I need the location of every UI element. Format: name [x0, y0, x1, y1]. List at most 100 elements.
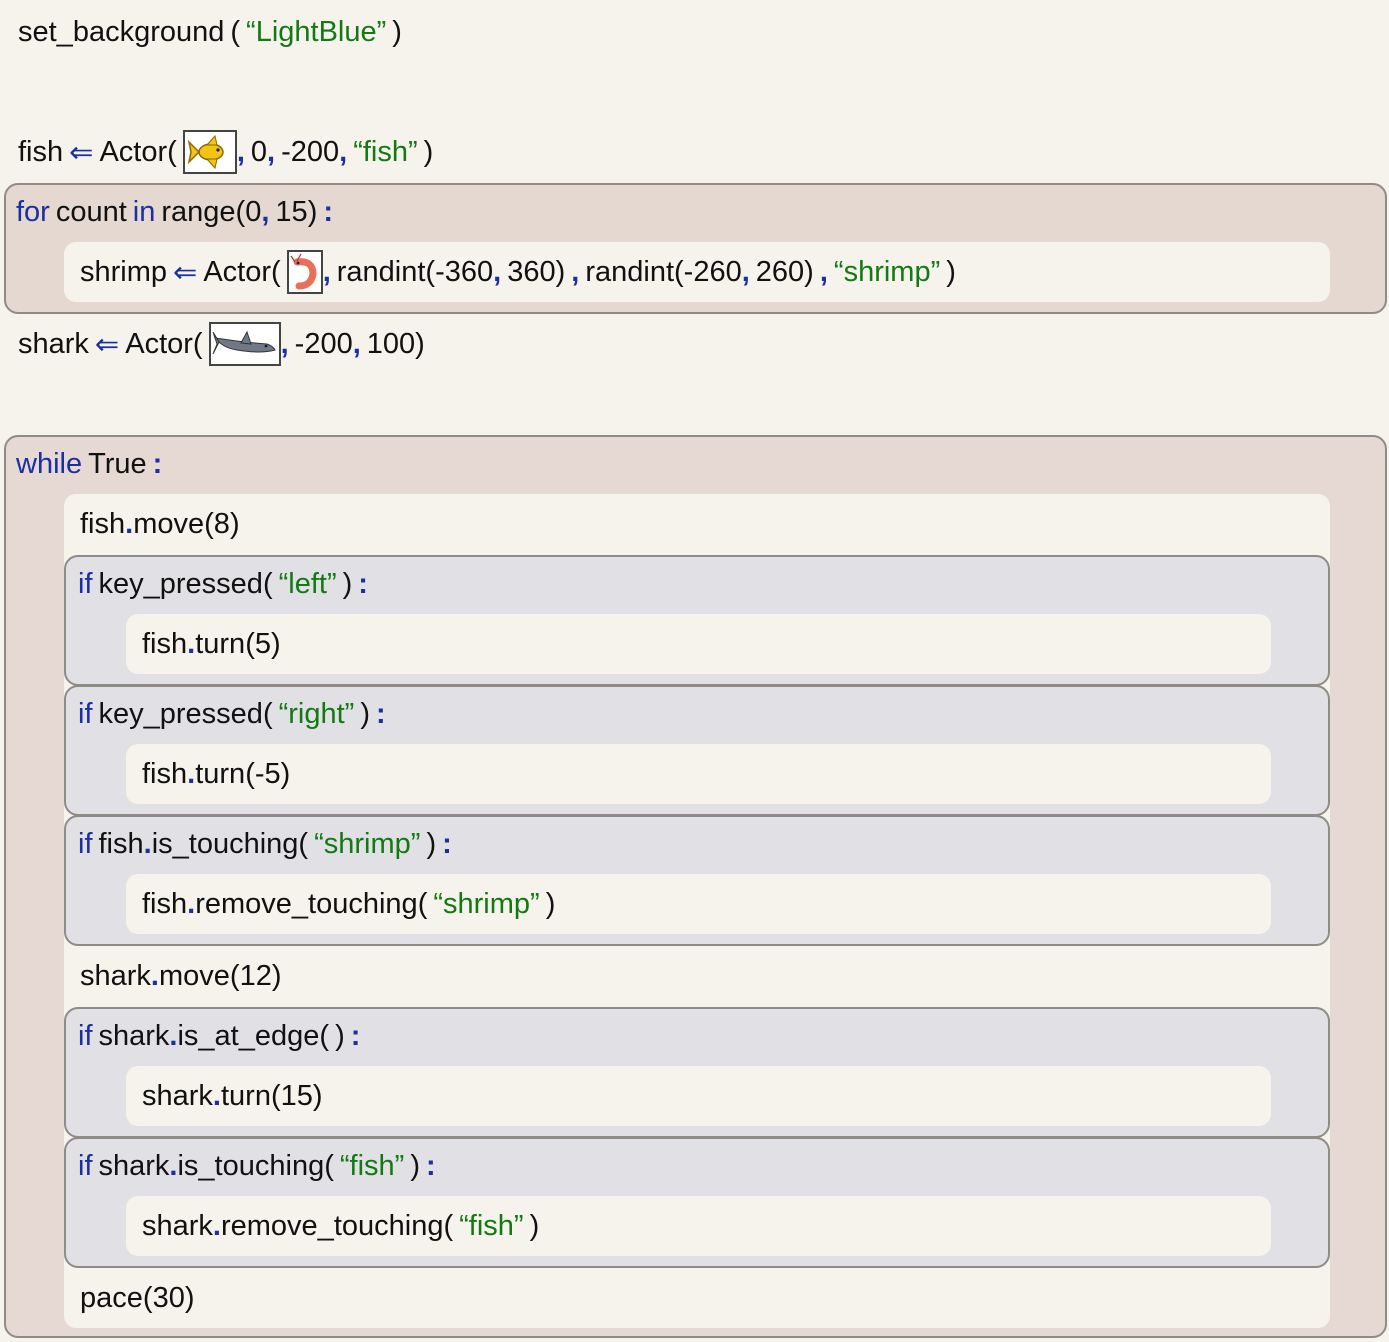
colon: : [323, 195, 334, 228]
close-paren: ) [804, 255, 814, 288]
open-paren: ( [245, 627, 255, 660]
object-name: fish [142, 887, 188, 920]
x-arg: -200 [294, 327, 353, 360]
close-paren: ) [426, 827, 437, 860]
rand1-max: 360 [507, 255, 556, 288]
close-paren: ) [335, 1019, 345, 1052]
close-paren: ) [342, 567, 353, 600]
open-paren: ( [245, 757, 255, 790]
constructor-name: Actor [99, 135, 168, 168]
comma: , [571, 255, 580, 288]
comma: , [267, 135, 276, 168]
string-literal: “fish” [339, 1149, 405, 1182]
function-name: key_pressed [98, 567, 263, 600]
shrimp-icon[interactable] [286, 250, 323, 294]
function-name: randint [585, 255, 674, 288]
fish-assignment-statement[interactable]: fish ⇐ Actor(, 0, -200, “fish”) [18, 130, 433, 174]
shrimp-assignment-statement[interactable]: shrimp ⇐ Actor(, randint(-360, 360), randint(… [80, 250, 956, 294]
open-paren: ( [142, 1281, 153, 1314]
shark-turn-statement[interactable]: shark. turn(15) [142, 1074, 323, 1118]
colon: : [350, 1019, 361, 1052]
dot: . [143, 827, 152, 860]
comma: , [339, 135, 348, 168]
shark-assignment-statement[interactable]: shark ⇐ Actor(, -200, 100) [18, 322, 425, 366]
method-name: move [133, 507, 205, 540]
open-paren: ( [271, 255, 281, 288]
shark-icon[interactable] [208, 322, 281, 366]
if-right-header[interactable]: if key_pressed(“right”): [78, 692, 386, 736]
if-left-header[interactable]: if key_pressed(“left”): [78, 562, 368, 606]
colon: : [426, 1149, 436, 1182]
if-keyword: if [78, 697, 93, 730]
while-keyword: while [16, 447, 83, 480]
variable-name: fish [18, 135, 64, 168]
arg: 12 [239, 959, 272, 992]
dot: . [212, 1079, 221, 1112]
method-name: turn [220, 1079, 271, 1112]
shark-move-statement[interactable]: shark. move(12) [80, 954, 282, 998]
open-paren: ( [417, 887, 428, 920]
comma: , [741, 255, 750, 288]
fish-turn-right-statement[interactable]: fish. turn(-5) [142, 752, 290, 796]
if-fish-touching-header[interactable]: if fish. is_touching(“shrimp”): [78, 822, 452, 866]
object-name: fish [142, 627, 188, 660]
function-name: range [161, 195, 236, 228]
string-literal: “shrimp” [833, 255, 941, 288]
open-paren: ( [674, 255, 684, 288]
dot: . [169, 1019, 178, 1052]
open-paren: ( [204, 507, 214, 540]
method-name: is_touching [151, 827, 299, 860]
open-paren: ( [229, 959, 240, 992]
if-keyword: if [78, 567, 93, 600]
string-literal: “LightBlue” [246, 15, 387, 48]
open-paren: ( [235, 195, 246, 228]
string-literal: “fish” [353, 135, 418, 168]
open-paren: ( [270, 1079, 281, 1112]
colon: : [358, 567, 368, 600]
while-loop-header[interactable]: while True: [16, 442, 162, 486]
arg: 15 [280, 1079, 313, 1112]
if-shark-edge-header[interactable]: if shark. is_at_edge(): [78, 1014, 360, 1058]
open-paren: ( [425, 255, 436, 288]
object-name: shark [98, 1019, 170, 1052]
comma: , [352, 327, 361, 360]
object-name: fish [80, 507, 126, 540]
condition: True [88, 447, 147, 480]
assign-arrow: ⇐ [69, 136, 94, 169]
open-paren: ( [230, 15, 241, 48]
close-paren: ) [392, 15, 402, 48]
variable-name: shrimp [80, 255, 168, 288]
string-literal: “left” [278, 567, 337, 600]
set-background-statement[interactable]: set_background(“LightBlue”) [18, 10, 402, 54]
y-arg: -200 [281, 135, 340, 168]
range-start: 0 [245, 195, 262, 228]
range-end: 15 [275, 195, 308, 228]
open-paren: ( [262, 697, 273, 730]
open-paren: ( [298, 827, 309, 860]
constructor-name: Actor [203, 255, 272, 288]
object-name: shark [80, 959, 151, 992]
for-loop-header[interactable]: for count in range(0, 15): [16, 190, 333, 234]
dot: . [169, 1149, 178, 1182]
function-name: pace [80, 1281, 143, 1314]
arg: -5 [254, 757, 281, 790]
close-paren: ) [184, 1281, 195, 1314]
fish-remove-touching-statement[interactable]: fish. remove_touching(“shrimp”) [142, 882, 555, 926]
pace-statement[interactable]: pace(30) [80, 1276, 195, 1320]
close-paren: ) [229, 507, 240, 540]
constructor-name: Actor [125, 327, 193, 360]
goldfish-icon[interactable] [182, 130, 237, 174]
for-keyword: for [16, 195, 50, 228]
shark-remove-touching-statement[interactable]: shark. remove_touching(“fish”) [142, 1204, 539, 1248]
fish-move-statement[interactable]: fish. move(8) [80, 502, 240, 546]
assign-arrow: ⇐ [173, 256, 198, 289]
fish-turn-left-statement[interactable]: fish. turn(5) [142, 622, 281, 666]
loop-variable: count [55, 195, 127, 228]
comma: , [819, 255, 828, 288]
close-paren: ) [410, 1149, 420, 1182]
close-paren: ) [280, 757, 291, 790]
if-keyword: if [78, 1019, 93, 1052]
string-literal: “shrimp” [433, 887, 540, 920]
function-name: randint [336, 255, 426, 288]
if-shark-touching-header[interactable]: if shark. is_touching(“fish”): [78, 1144, 436, 1188]
